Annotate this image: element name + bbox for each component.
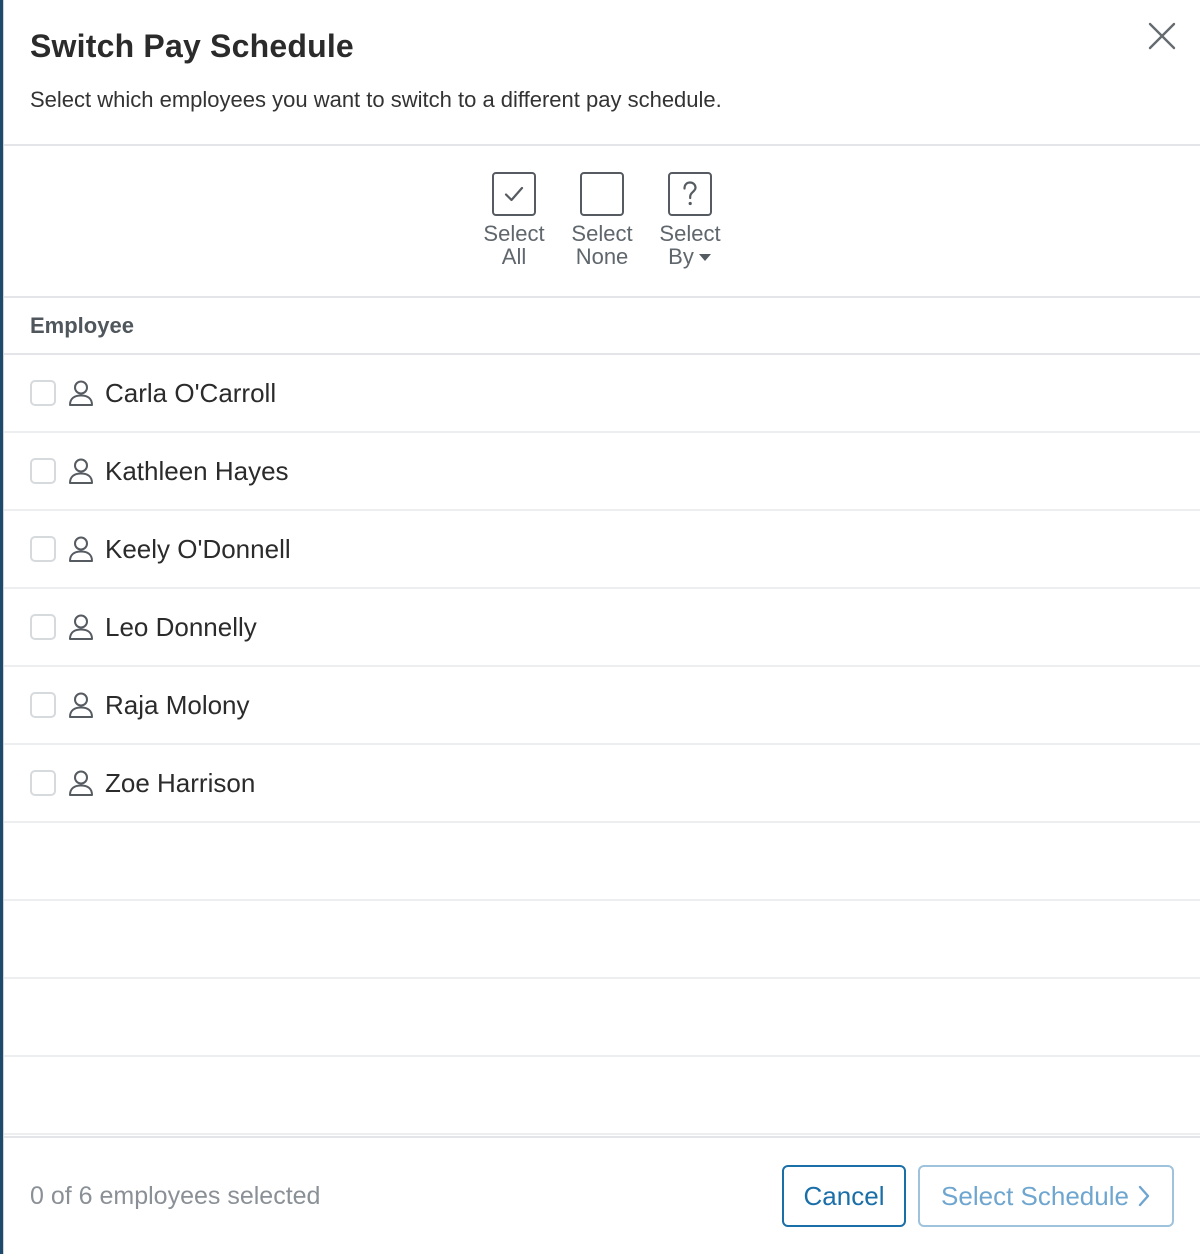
table-row[interactable]: Keely O'Donnell	[4, 511, 1200, 589]
table-header: Employee	[4, 298, 1200, 355]
select-schedule-button[interactable]: Select Schedule	[918, 1165, 1174, 1227]
employee-name: Keely O'Donnell	[105, 533, 291, 564]
table-row[interactable]: Raja Molony	[4, 667, 1200, 745]
employee-column-header: Employee	[30, 312, 134, 338]
select-schedule-label: Select Schedule	[941, 1180, 1129, 1211]
empty-row	[4, 901, 1200, 979]
table-row[interactable]: Leo Donnelly	[4, 589, 1200, 667]
select-all-label: Select All	[483, 221, 545, 269]
question-box-icon	[668, 172, 712, 216]
employee-list: Carla O'Carroll Kathleen Hayes Keely O'D…	[4, 355, 1200, 1136]
row-checkbox[interactable]	[30, 692, 56, 718]
employee-name: Leo Donnelly	[105, 611, 257, 642]
checkbox-empty-icon	[580, 172, 624, 216]
person-icon	[69, 458, 93, 484]
selection-toolbar: Select All Select None Select By	[4, 146, 1200, 298]
chevron-right-icon	[1138, 1185, 1150, 1207]
dialog-subtitle: Select which employees you want to switc…	[30, 87, 722, 112]
person-icon	[69, 770, 93, 796]
select-all-button[interactable]: Select All	[470, 172, 558, 296]
person-icon	[69, 380, 93, 406]
empty-row	[4, 979, 1200, 1057]
dialog-title: Switch Pay Schedule	[30, 28, 354, 64]
switch-pay-schedule-dialog: Switch Pay Schedule Select which employe…	[3, 0, 1200, 1254]
select-by-dropdown[interactable]: Select By	[646, 172, 734, 296]
dialog-footer: 0 of 6 employees selected Cancel Select …	[4, 1136, 1200, 1254]
cancel-button[interactable]: Cancel	[782, 1165, 906, 1227]
row-checkbox[interactable]	[30, 536, 56, 562]
employee-name: Zoe Harrison	[105, 767, 256, 798]
caret-down-icon	[698, 253, 711, 261]
row-checkbox[interactable]	[30, 458, 56, 484]
select-none-button[interactable]: Select None	[558, 172, 646, 296]
table-row[interactable]: Carla O'Carroll	[4, 355, 1200, 433]
person-icon	[69, 614, 93, 640]
employee-name: Raja Molony	[105, 689, 250, 720]
employee-name: Kathleen Hayes	[105, 455, 289, 486]
empty-row	[4, 1057, 1200, 1135]
table-row[interactable]: Zoe Harrison	[4, 745, 1200, 823]
table-row[interactable]: Kathleen Hayes	[4, 433, 1200, 511]
selection-count: 0 of 6 employees selected	[30, 1181, 321, 1210]
empty-row	[4, 823, 1200, 901]
select-by-label: Select By	[659, 221, 721, 269]
close-icon[interactable]	[1146, 20, 1178, 52]
row-checkbox[interactable]	[30, 614, 56, 640]
person-icon	[69, 536, 93, 562]
dialog-header: Switch Pay Schedule Select which employe…	[4, 0, 1200, 146]
row-checkbox[interactable]	[30, 770, 56, 796]
select-none-label: Select None	[571, 221, 633, 269]
checkbox-checked-icon	[492, 172, 536, 216]
row-checkbox[interactable]	[30, 380, 56, 406]
person-icon	[69, 692, 93, 718]
employee-name: Carla O'Carroll	[105, 377, 277, 408]
